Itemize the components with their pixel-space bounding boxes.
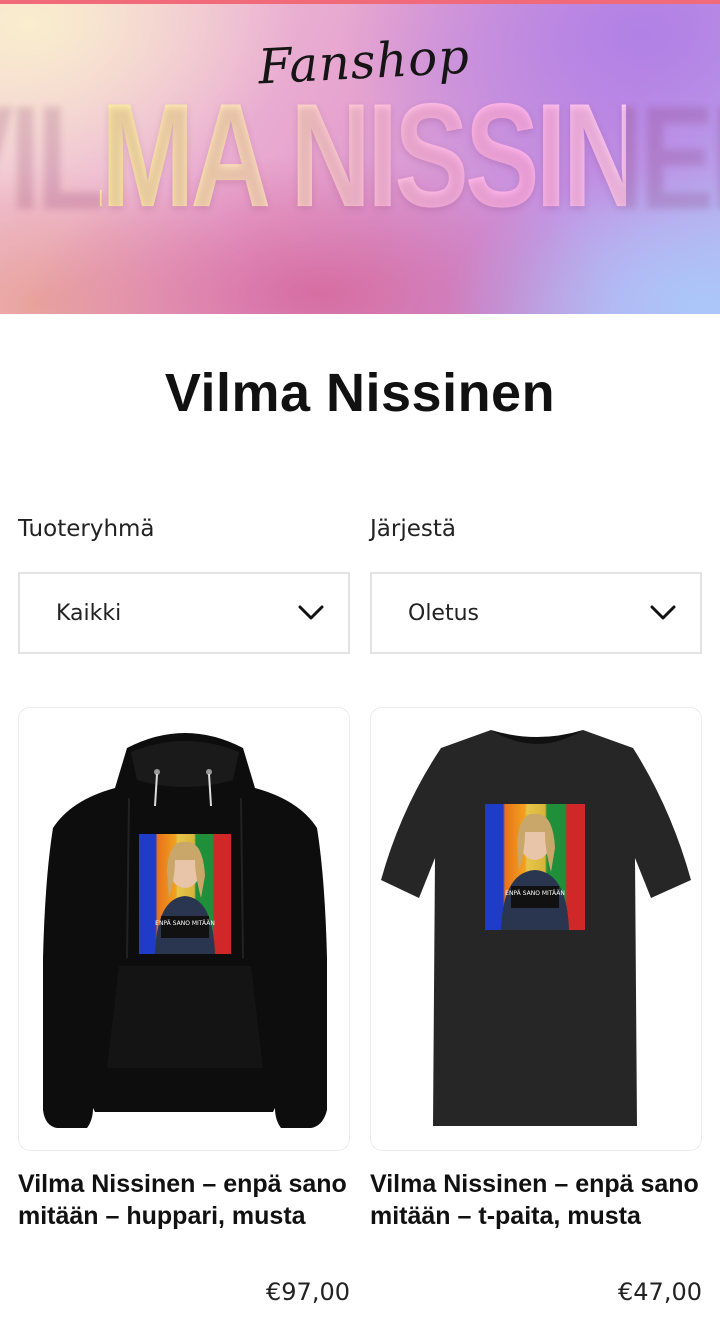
product-card-tshirt[interactable]: ENPÄ SANO MITÄÄN — [370, 707, 702, 1151]
category-select[interactable]: Kaikki — [18, 572, 350, 654]
sort-filter-label: Järjestä — [370, 516, 456, 542]
chevron-down-icon — [650, 605, 676, 620]
product-price-hoodie: €97,00 — [266, 1278, 350, 1306]
sort-select[interactable]: Oletus — [370, 572, 702, 654]
black-hoodie-with-print-icon: ENPÄ SANO MITÄÄN — [43, 733, 327, 1128]
print-sign-text: ENPÄ SANO MITÄÄN — [505, 890, 565, 897]
product-name-tshirt[interactable]: Vilma Nissinen – enpä sano mitään – t-pa… — [370, 1168, 702, 1232]
product-price-tshirt: €47,00 — [618, 1278, 702, 1306]
page-title: Vilma Nissinen — [164, 363, 556, 423]
category-select-value: Kaikki — [56, 600, 122, 626]
banner-title-text: VILMA NISSINEN — [0, 50, 720, 261]
product-card-hoodie[interactable]: ENPÄ SANO MITÄÄN — [18, 707, 350, 1151]
fanshop-banner: Fanshop VILMA NISSINEN — [0, 4, 720, 314]
sort-select-value: Oletus — [408, 600, 479, 626]
print-sign-text: ENPÄ SANO MITÄÄN — [155, 920, 215, 927]
category-filter-label: Tuoteryhmä — [18, 516, 155, 542]
product-name-hoodie[interactable]: Vilma Nissinen – enpä sano mitään – hupp… — [18, 1168, 350, 1232]
chevron-down-icon — [298, 605, 324, 620]
black-tshirt-with-print-icon: ENPÄ SANO MITÄÄN — [381, 730, 691, 1126]
